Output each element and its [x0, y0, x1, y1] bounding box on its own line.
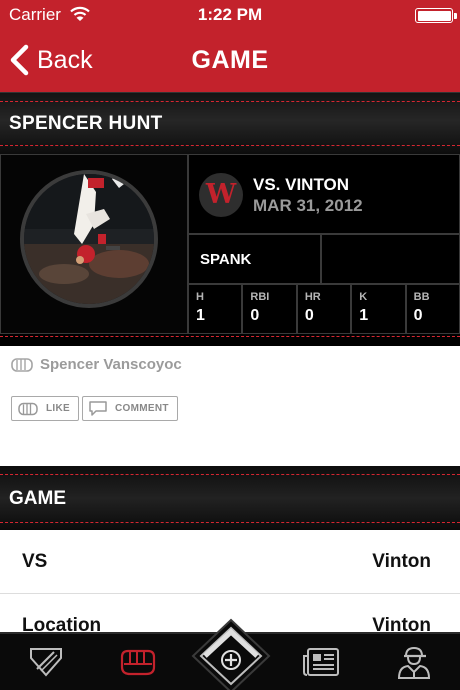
fist-icon — [120, 649, 156, 676]
like-label: LIKE — [46, 403, 70, 414]
comment-label: COMMENT — [115, 403, 169, 414]
stat-value: 0 — [413, 307, 423, 324]
comment-button[interactable]: COMMENT — [82, 396, 178, 421]
game-date: MAR 31, 2012 — [253, 196, 363, 215]
stitch-divider — [0, 101, 460, 102]
section-title: GAME — [9, 488, 66, 509]
player-photo-image — [24, 174, 154, 304]
game-card[interactable]: SPENCER HUNT W VS. VINTON MAR 31, 2012 S… — [0, 92, 460, 346]
stat-label: BB — [413, 291, 430, 303]
social-section: Spencer Vanscoyoc LIKE COMMENT — [0, 346, 460, 466]
tab-bar — [0, 618, 460, 690]
stitch-divider — [0, 522, 460, 523]
stat-label: RBI — [250, 291, 270, 303]
tab-add-game[interactable] — [191, 616, 271, 690]
stat-hits: H 1 — [188, 284, 243, 334]
battery-icon — [415, 8, 453, 23]
tab-news[interactable] — [286, 634, 358, 690]
player-name: SPENCER HUNT — [9, 113, 163, 134]
player-profile-icon — [397, 646, 431, 679]
player-header: SPENCER HUNT — [0, 92, 460, 154]
empty-cell — [321, 234, 460, 284]
tab-field[interactable] — [10, 634, 82, 690]
stat-value: 1 — [196, 307, 205, 324]
player-nickname: SPANK — [200, 251, 252, 268]
fist-icon — [11, 357, 33, 372]
game-info-cell: W VS. VINTON MAR 31, 2012 — [188, 154, 460, 234]
stat-rbi: RBI 0 — [242, 284, 297, 334]
photo-cell — [0, 154, 188, 334]
stat-walks: BB 0 — [405, 284, 460, 334]
baseball-diamond-icon — [30, 648, 62, 677]
result-badge: W — [199, 173, 243, 217]
author-name[interactable]: Spencer Vanscoyoc — [40, 356, 182, 373]
stat-value: 0 — [304, 307, 314, 324]
opponent-label: VS. VINTON — [253, 175, 350, 194]
author-row: Spencer Vanscoyoc — [11, 356, 182, 373]
tab-fist[interactable] — [102, 634, 174, 690]
status-bar: Carrier 1:22 PM — [0, 0, 460, 30]
home-plate-add-icon — [191, 618, 271, 690]
detail-label: VS — [22, 551, 48, 572]
stat-label: HR — [304, 291, 321, 303]
page-title: GAME — [191, 46, 269, 74]
stat-value: 1 — [359, 307, 369, 324]
stitch-divider — [0, 336, 460, 337]
stat-strikeouts: K 1 — [351, 284, 406, 334]
stat-value: 0 — [250, 307, 260, 324]
fist-icon — [18, 402, 38, 415]
newspaper-icon — [303, 648, 339, 676]
navigation-bar: Back GAME — [0, 30, 460, 92]
nickname-cell: SPANK — [188, 234, 321, 284]
game-section-header: GAME — [0, 466, 460, 530]
stitch-divider — [0, 474, 460, 475]
detail-row-opponent[interactable]: VS Vinton — [0, 530, 460, 594]
comment-bubble-icon — [89, 401, 107, 416]
detail-value: Vinton — [372, 551, 431, 572]
like-button[interactable]: LIKE — [11, 396, 79, 421]
clock-label: 1:22 PM — [197, 5, 263, 24]
stat-label: H — [196, 291, 204, 303]
battery-tip — [454, 13, 457, 19]
stats-row: H 1 RBI 0 HR 0 K 1 BB 0 — [188, 284, 460, 334]
player-photo[interactable] — [20, 170, 158, 308]
stat-home-runs: HR 0 — [296, 284, 352, 334]
stat-label: K — [359, 291, 368, 303]
tab-profile[interactable] — [378, 634, 450, 690]
stitch-divider — [0, 145, 460, 146]
